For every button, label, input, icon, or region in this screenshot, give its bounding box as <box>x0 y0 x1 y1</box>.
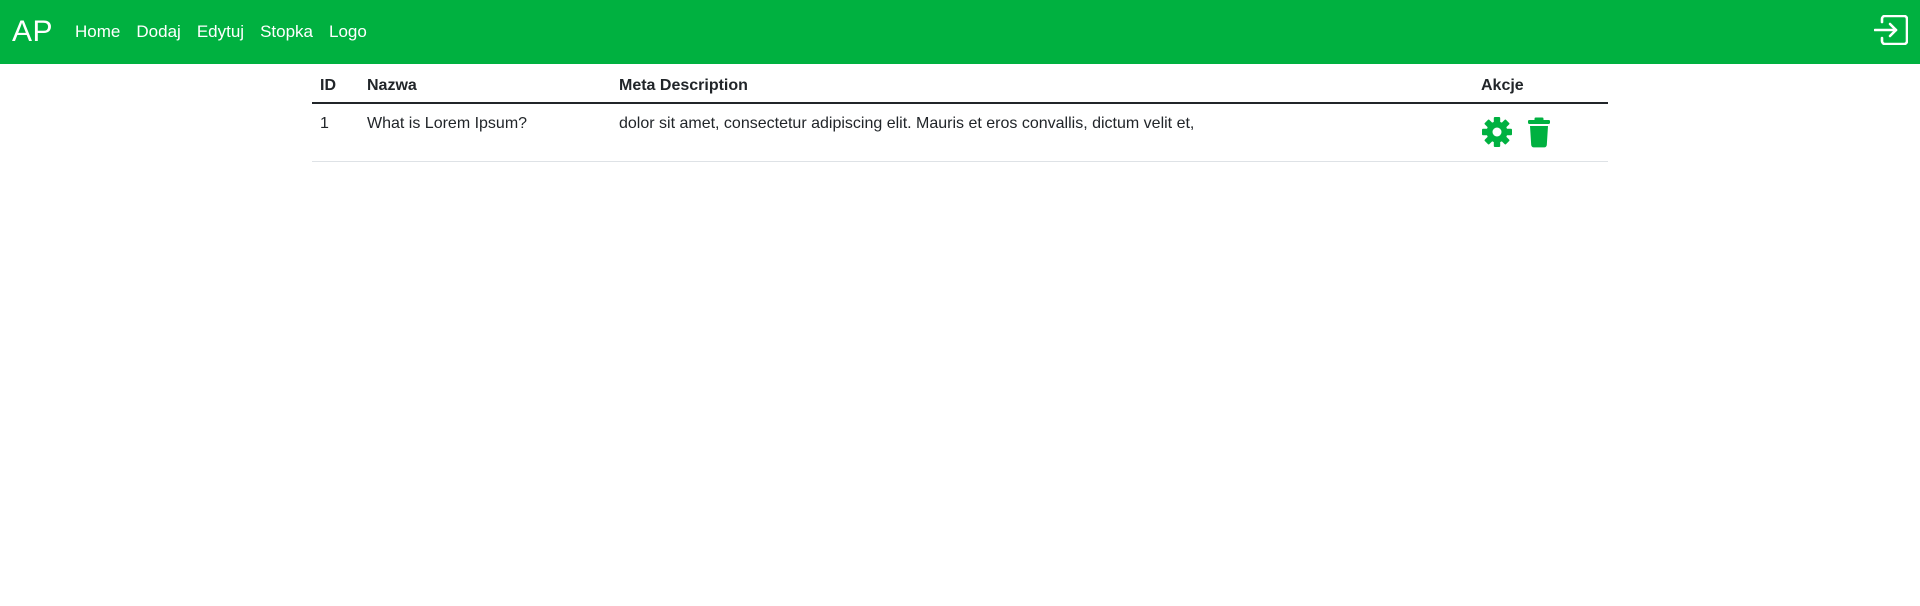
trash-icon[interactable] <box>1523 116 1555 148</box>
brand-logo[interactable]: AP <box>12 17 53 47</box>
nav-dodaj[interactable]: Dodaj <box>136 22 180 42</box>
pages-table-container: ID Nazwa Meta Description Akcje 1 What i… <box>312 70 1608 162</box>
pages-table: ID Nazwa Meta Description Akcje 1 What i… <box>312 70 1608 162</box>
table-row: 1 What is Lorem Ipsum? dolor sit amet, c… <box>312 103 1608 162</box>
row-actions <box>1481 115 1600 148</box>
nav-logo[interactable]: Logo <box>329 22 367 42</box>
header-meta-description: Meta Description <box>611 70 1473 104</box>
cell-name: What is Lorem Ipsum? <box>359 103 611 162</box>
table-header-row: ID Nazwa Meta Description Akcje <box>312 70 1608 104</box>
nav-edytuj[interactable]: Edytuj <box>197 22 244 42</box>
cell-id: 1 <box>312 103 359 162</box>
header-name: Nazwa <box>359 70 611 104</box>
gear-icon[interactable] <box>1481 116 1513 148</box>
cell-meta: dolor sit amet, consectetur adipiscing e… <box>611 103 1473 162</box>
nav-home[interactable]: Home <box>75 22 120 42</box>
header-actions: Akcje <box>1473 70 1608 104</box>
navbar: AP Home Dodaj Edytuj Stopka Logo <box>0 0 1920 64</box>
nav-links: Home Dodaj Edytuj Stopka Logo <box>75 22 367 42</box>
nav-stopka[interactable]: Stopka <box>260 22 313 42</box>
cell-actions <box>1473 103 1608 162</box>
header-id: ID <box>312 70 359 104</box>
sign-in-icon[interactable] <box>1874 15 1908 45</box>
